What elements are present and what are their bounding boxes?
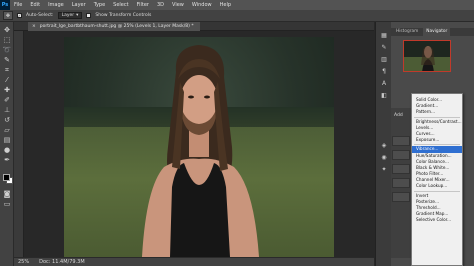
clone-stamp-icon[interactable]: ⊥ — [2, 106, 12, 115]
adjustment-layer-menu: Solid Color... Gradient... Pattern... Brigh… — [411, 93, 463, 266]
menu-bar: Ps File Edit Image Layer Type Select Fil… — [0, 0, 474, 10]
photoshop-logo: Ps — [0, 0, 10, 10]
marquee-icon[interactable]: ⬚ — [2, 36, 12, 45]
layer-row[interactable] — [392, 136, 410, 146]
move-icon[interactable]: ✥ — [2, 26, 12, 35]
options-bar: ✥ ✓ Auto-Select: Layer ▾ Show Transform … — [0, 10, 474, 22]
swatches-icon[interactable]: ▥ — [379, 56, 389, 64]
menu-file[interactable]: File — [10, 2, 26, 8]
menu-separator — [414, 190, 460, 192]
menu-3d[interactable]: 3D — [153, 2, 168, 8]
move-tool-icon[interactable]: ✥ — [3, 11, 13, 20]
menu-view[interactable]: View — [168, 2, 188, 8]
document-tab[interactable]: × portrait_lge_bartbthaum-shutt.jpg @ 25… — [28, 22, 200, 31]
quick-select-icon[interactable]: ✎ — [2, 56, 12, 65]
auto-select-checkbox[interactable]: ✓ — [17, 13, 22, 18]
layer-row[interactable] — [392, 164, 410, 174]
layer-row[interactable] — [392, 178, 410, 188]
auto-select-dropdown[interactable]: Layer ▾ — [57, 12, 83, 19]
auto-select-value: Layer — [61, 13, 75, 18]
transform-controls-checkbox[interactable] — [86, 13, 92, 18]
menu-item-color-lookup[interactable]: Color Lookup... — [412, 183, 462, 189]
menu-layer[interactable]: Layer — [68, 2, 90, 8]
menu-item-selective-color[interactable]: Selective Color... — [412, 217, 462, 223]
menu-type[interactable]: Type — [90, 2, 109, 8]
tab-histogram[interactable]: Histogram — [393, 28, 421, 36]
layers-icon[interactable]: ◈ — [379, 142, 389, 150]
menu-select[interactable]: Select — [109, 2, 132, 8]
menu-item-pattern[interactable]: Pattern... — [412, 109, 462, 115]
auto-select-label: Auto-Select: — [26, 13, 54, 18]
tab-navigator[interactable]: Navigator — [423, 28, 451, 36]
menu-image[interactable]: Image — [44, 2, 68, 8]
menu-window[interactable]: Window — [188, 2, 216, 8]
vertical-ruler — [14, 31, 24, 257]
pen-icon[interactable]: ✒ — [2, 156, 12, 165]
portrait-figure — [142, 45, 259, 257]
channels-icon[interactable]: ◉ — [379, 154, 389, 162]
zoom-level[interactable]: 25% — [18, 259, 29, 265]
layer-comps-icon[interactable]: ◧ — [379, 92, 389, 100]
character-icon[interactable]: A — [379, 80, 389, 88]
menu-separator — [414, 144, 460, 146]
foreground-color-swatch[interactable] — [3, 174, 10, 181]
menu-help[interactable]: Help — [216, 2, 235, 8]
panel-dock: ▦ ✎ ▥ ¶ A ◧ ◈ ◉ ✦ — [375, 22, 391, 266]
crop-icon[interactable]: ⌗ — [2, 66, 12, 75]
panel-tabs: Histogram Navigator — [391, 28, 474, 36]
status-bar: 25% Doc: 11.4M/79.3M — [14, 257, 374, 266]
paths-icon[interactable]: ✦ — [379, 166, 389, 174]
doc-size-info: Doc: 11.4M/79.3M — [39, 259, 85, 265]
portrait-photo[interactable] — [64, 37, 334, 257]
chevron-down-icon: ▾ — [76, 13, 79, 18]
navigator-preview[interactable] — [403, 40, 451, 72]
eraser-icon[interactable]: ▱ — [2, 126, 12, 135]
history-icon[interactable]: ▦ — [379, 32, 389, 40]
eyedropper-icon[interactable]: ⁄ — [2, 76, 12, 85]
close-icon[interactable]: × — [32, 22, 36, 31]
paragraph-icon[interactable]: ¶ — [379, 68, 389, 76]
layer-row[interactable] — [392, 192, 410, 202]
quick-mask-icon[interactable]: ◙ — [2, 190, 12, 199]
brush-icon[interactable]: ✐ — [2, 96, 12, 105]
history-brush-icon[interactable]: ↺ — [2, 116, 12, 125]
navigator-figure — [421, 46, 435, 71]
adjustments-add-label: Add — [394, 113, 403, 118]
document-tab-bar: × portrait_lge_bartbthaum-shutt.jpg @ 25… — [14, 22, 374, 31]
layers-panel — [391, 108, 411, 258]
lasso-icon[interactable]: ➰ — [2, 46, 12, 55]
transform-controls-label: Show Transform Controls — [95, 13, 152, 18]
tools-panel: ✥ ⬚ ➰ ✎ ⌗ ⁄ ✚ ✐ ⊥ ↺ ▱ ▤ ● ✒ ◙ ▭ — [0, 22, 14, 266]
gradient-icon[interactable]: ▤ — [2, 136, 12, 145]
menu-separator — [414, 116, 460, 118]
menu-item-exposure[interactable]: Exposure... — [412, 137, 462, 143]
document-title: portrait_lge_bartbthaum-shutt.jpg @ 25% … — [39, 24, 194, 29]
menu-item-brightness-contrast[interactable]: Brightness/Contrast... — [412, 119, 462, 125]
healing-brush-icon[interactable]: ✚ — [2, 86, 12, 95]
screen-mode-icon[interactable]: ▭ — [2, 200, 12, 209]
layer-row[interactable] — [392, 150, 410, 160]
dodge-icon[interactable]: ● — [2, 146, 12, 155]
menu-edit[interactable]: Edit — [26, 2, 44, 8]
menu-filter[interactable]: Filter — [133, 2, 153, 8]
brush-settings-icon[interactable]: ✎ — [379, 44, 389, 52]
